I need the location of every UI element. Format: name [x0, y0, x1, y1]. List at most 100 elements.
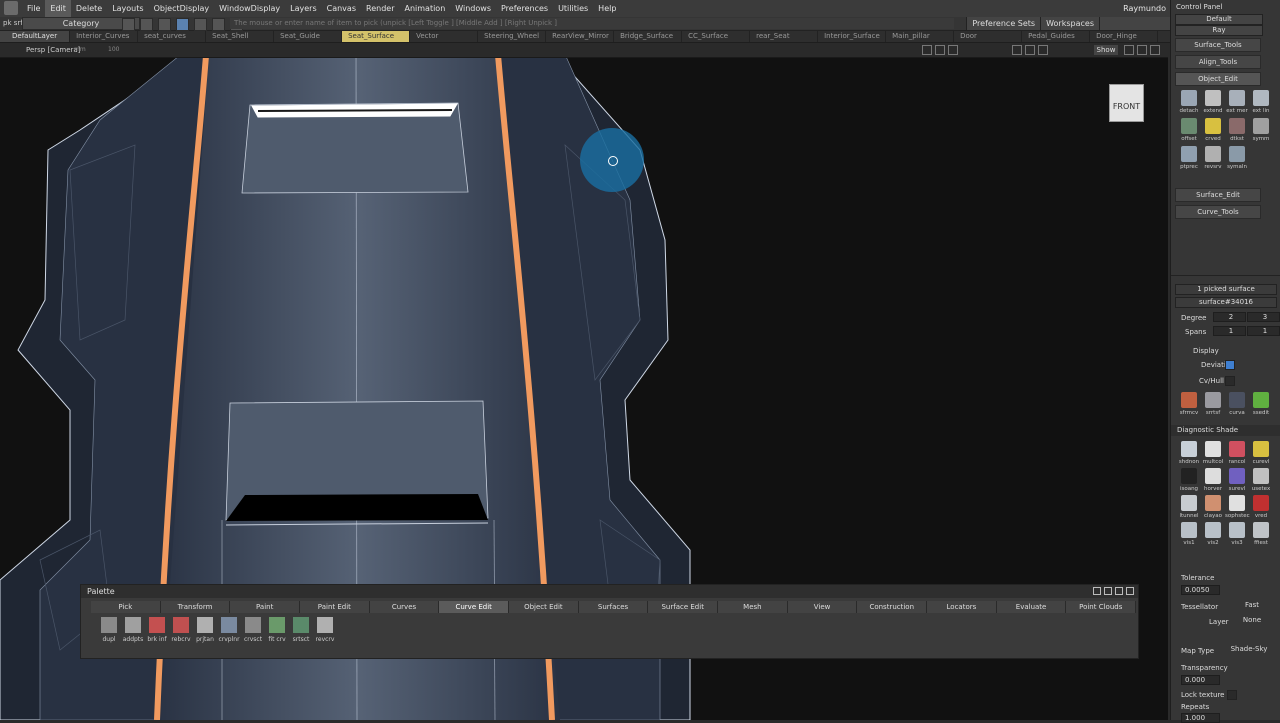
- menu-layouts[interactable]: Layouts: [107, 0, 148, 17]
- palette-tab[interactable]: Surface Edit: [648, 601, 719, 613]
- layer-item[interactable]: Interior_Surface: [818, 31, 887, 42]
- panel-tool[interactable]: revsrv: [1201, 146, 1225, 170]
- layer-default[interactable]: DefaultLayer: [0, 31, 71, 42]
- shelf-surface-tools[interactable]: Surface_Tools: [1175, 38, 1261, 52]
- layer-item[interactable]: seat_curves: [138, 31, 207, 42]
- panel-tool[interactable]: ext mer: [1225, 90, 1249, 114]
- menu-animation[interactable]: Animation: [399, 0, 450, 17]
- repeats-field[interactable]: 1.000: [1181, 713, 1220, 723]
- menu-help[interactable]: Help: [593, 0, 621, 17]
- menu-preferences[interactable]: Preferences: [496, 0, 553, 17]
- degree-v-field[interactable]: 3: [1247, 312, 1280, 322]
- palette-tool[interactable]: revcrv: [313, 617, 337, 643]
- cvhull-checkbox[interactable]: [1225, 376, 1235, 386]
- panel-tool[interactable]: ext lin: [1249, 90, 1273, 114]
- shelf-curve-tools[interactable]: Curve_Tools: [1175, 205, 1261, 219]
- tolerance-field[interactable]: 0.0050: [1181, 585, 1220, 595]
- panel-tool[interactable]: curevl: [1249, 441, 1273, 465]
- deviation-checkbox[interactable]: [1225, 360, 1235, 370]
- menu-windowdisplay[interactable]: WindowDisplay: [214, 0, 285, 17]
- panel-tool[interactable]: vred: [1249, 495, 1273, 519]
- wireframe-icon[interactable]: [1012, 45, 1022, 55]
- snap-view-icon[interactable]: [212, 18, 225, 31]
- grid-icon[interactable]: [1038, 45, 1048, 55]
- expand-icon[interactable]: [1115, 587, 1123, 595]
- palette-tool[interactable]: prjtan: [193, 617, 217, 643]
- layer-dropdown[interactable]: None: [1229, 616, 1275, 625]
- palette-tool[interactable]: brk inf: [145, 617, 169, 643]
- panel-tool[interactable]: vis1: [1177, 522, 1201, 546]
- camera-label[interactable]: Persp [Camera]: [26, 43, 80, 57]
- preset-dropdown[interactable]: Default: [1175, 14, 1263, 25]
- menu-file[interactable]: File: [22, 0, 45, 17]
- palette-tab[interactable]: Surfaces: [578, 601, 649, 613]
- palette-tab[interactable]: Mesh: [718, 601, 788, 613]
- menu-delete[interactable]: Delete: [71, 0, 107, 17]
- panel-tool[interactable]: detach: [1177, 90, 1201, 114]
- panel-tool[interactable]: clayao: [1201, 495, 1225, 519]
- degree-u-field[interactable]: 2: [1213, 312, 1246, 322]
- snap-surface-icon[interactable]: [194, 18, 207, 31]
- panel-tool[interactable]: dtkst: [1225, 118, 1249, 142]
- panel-tool[interactable]: vis2: [1201, 522, 1225, 546]
- palette-tab[interactable]: Paint: [230, 601, 301, 613]
- panel-tool[interactable]: shdnon: [1177, 441, 1201, 465]
- panel-tool[interactable]: ptprec: [1177, 146, 1201, 170]
- panel-tool[interactable]: rancol: [1225, 441, 1249, 465]
- panel-tool[interactable]: srrtsf: [1201, 392, 1225, 416]
- transparency-field[interactable]: 0.000: [1181, 675, 1220, 685]
- palette-tab[interactable]: Evaluate: [996, 601, 1067, 613]
- layer-item[interactable]: Steering_Wheel: [478, 31, 547, 42]
- zoom-icon[interactable]: [948, 45, 958, 55]
- panel-tool[interactable]: crved: [1201, 118, 1225, 142]
- diagnostic-shade-header[interactable]: Diagnostic Shade: [1171, 425, 1280, 436]
- layer-item[interactable]: Seat_Surface: [342, 31, 411, 42]
- panel-tool[interactable]: sfrmcv: [1177, 392, 1201, 416]
- panel-tool[interactable]: multcol: [1201, 441, 1225, 465]
- palette-tool[interactable]: dupl: [97, 617, 121, 643]
- panel-tool[interactable]: ssedit: [1249, 392, 1273, 416]
- shade-icon[interactable]: [1025, 45, 1035, 55]
- palette-tool[interactable]: crvsct: [241, 617, 265, 643]
- tessellator-dropdown[interactable]: Fast: [1229, 601, 1275, 610]
- palette-tab[interactable]: View: [787, 601, 858, 613]
- map-type-dropdown[interactable]: Shade-Sky: [1223, 645, 1275, 654]
- spans-v-field[interactable]: 1: [1247, 326, 1280, 336]
- palette-titlebar[interactable]: Palette: [81, 585, 1138, 598]
- snap-curve-icon[interactable]: [140, 18, 153, 31]
- palette-tool[interactable]: rebcrv: [169, 617, 193, 643]
- menu-utilities[interactable]: Utilities: [553, 0, 593, 17]
- float-icon[interactable]: [1104, 587, 1112, 595]
- layer-item[interactable]: Interior_Curves: [70, 31, 139, 42]
- layer-item[interactable]: Door_Hinge: [1090, 31, 1159, 42]
- shelf-surface-edit[interactable]: Surface_Edit: [1175, 188, 1261, 202]
- snap-active-icon[interactable]: [176, 18, 189, 31]
- layer-item[interactable]: Seat_Guide: [274, 31, 343, 42]
- palette-tab[interactable]: Curves: [369, 601, 440, 613]
- panel-tool[interactable]: isoang: [1177, 468, 1201, 492]
- display-section[interactable]: Display: [1193, 347, 1219, 355]
- panel-tool[interactable]: ltunnel: [1177, 495, 1201, 519]
- shelf-align-tools[interactable]: Align_Tools: [1175, 55, 1261, 69]
- panel-tool[interactable]: curva: [1225, 392, 1249, 416]
- camera-icon[interactable]: [922, 45, 932, 55]
- layout-icon[interactable]: [1124, 45, 1134, 55]
- menu-layers[interactable]: Layers: [285, 0, 321, 17]
- layer-item[interactable]: Door: [954, 31, 1023, 42]
- workspace-icons[interactable]: [1099, 17, 1170, 30]
- menu-edit[interactable]: Edit: [45, 0, 71, 17]
- layer-item[interactable]: Bridge_Surface: [614, 31, 683, 42]
- snap-point-icon[interactable]: [158, 18, 171, 31]
- panel-tool[interactable]: offset: [1177, 118, 1201, 142]
- panel-tool[interactable]: vis3: [1225, 522, 1249, 546]
- layer-item[interactable]: CC_Surface: [682, 31, 751, 42]
- shelf-object-edit[interactable]: Object_Edit: [1175, 72, 1261, 86]
- palette-tab[interactable]: Pick: [91, 601, 161, 613]
- palette-tab[interactable]: Paint Edit: [300, 601, 370, 613]
- dock-icon[interactable]: [1093, 587, 1101, 595]
- layer-item[interactable]: Seat_Shell: [206, 31, 275, 42]
- maximize-icon[interactable]: [1137, 45, 1147, 55]
- close-icon[interactable]: [1150, 45, 1160, 55]
- view-cube[interactable]: FRONT: [1109, 84, 1144, 122]
- palette-tab[interactable]: Construction: [857, 601, 928, 613]
